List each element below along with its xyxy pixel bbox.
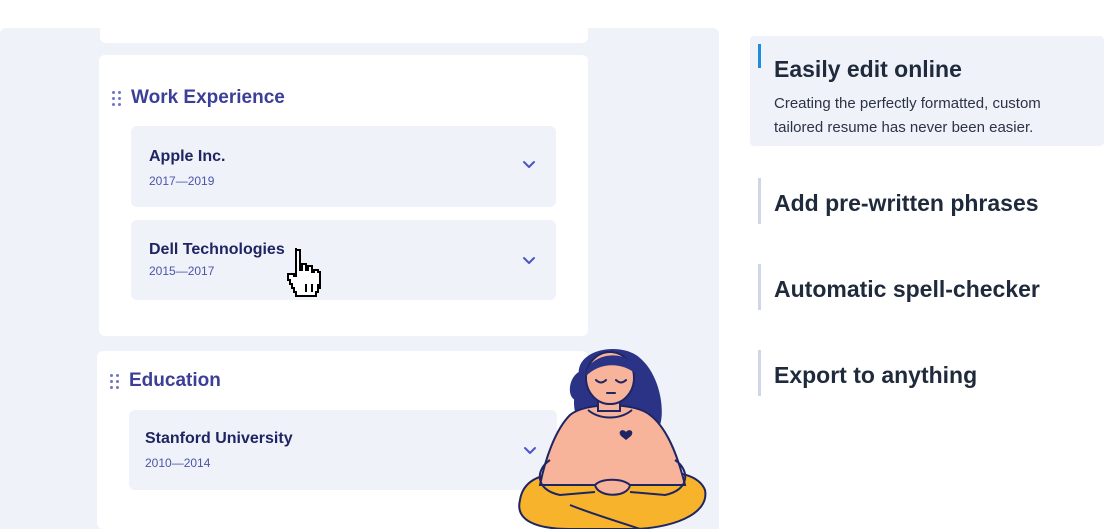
drag-handle-icon[interactable] (109, 373, 121, 389)
feature-title: Easily edit online (774, 56, 962, 82)
chevron-down-icon[interactable] (522, 256, 536, 266)
entry-dates: 2015—2017 (149, 264, 215, 278)
work-entry-dell[interactable]: Dell Technologies 2015—2017 (131, 220, 556, 300)
feature-indicator (758, 264, 761, 310)
feature-title: Add pre-written phrases (774, 190, 1039, 216)
previous-section-card (100, 0, 588, 43)
drag-handle-icon[interactable] (111, 90, 123, 106)
entry-dates: 2010—2014 (145, 456, 211, 470)
section-title: Education (129, 370, 221, 391)
work-experience-section: Work Experience Apple Inc. 2017—2019 Del… (99, 55, 588, 336)
entry-name: Apple Inc. (149, 148, 226, 165)
entry-name: Dell Technologies (149, 241, 285, 258)
entry-name: Stanford University (145, 430, 293, 447)
section-title: Work Experience (131, 87, 285, 108)
work-entry-apple[interactable]: Apple Inc. 2017—2019 (131, 126, 556, 207)
feature-item-spell-checker[interactable]: Automatic spell-checker (750, 264, 1104, 310)
feature-title: Export to anything (774, 362, 978, 388)
feature-item-edit-online[interactable]: Easily edit online Creating the perfectl… (750, 36, 1104, 146)
education-entry-stanford[interactable]: Stanford University 2010—2014 (129, 410, 557, 490)
meditating-person-illustration (518, 349, 707, 529)
entry-dates: 2017—2019 (149, 174, 215, 188)
feature-title: Automatic spell-checker (774, 276, 1040, 302)
hand-pointer-icon (286, 248, 322, 298)
education-header[interactable]: Education (109, 370, 221, 392)
work-experience-header[interactable]: Work Experience (111, 87, 285, 109)
feature-indicator (758, 350, 761, 396)
feature-description: Creating the perfectly formatted, custom… (774, 95, 1041, 136)
feature-indicator (758, 178, 761, 224)
chevron-down-icon[interactable] (522, 160, 536, 170)
feature-active-indicator (758, 44, 761, 68)
feature-item-pre-written-phrases[interactable]: Add pre-written phrases (750, 178, 1104, 224)
feature-item-export[interactable]: Export to anything (750, 350, 1104, 396)
